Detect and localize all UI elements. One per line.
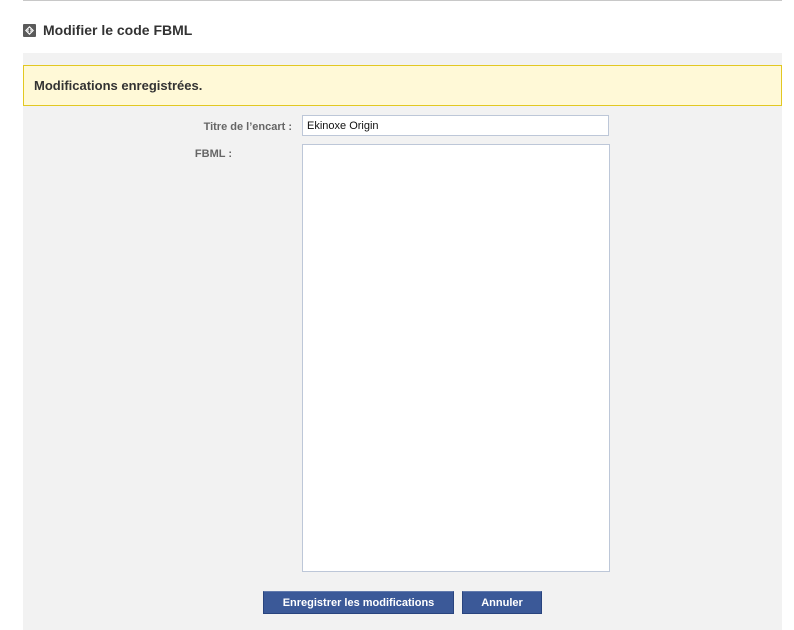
box-title-label: Titre de l’encart : <box>203 121 292 133</box>
success-notice: Modifications enregistrées. <box>23 65 782 106</box>
fbml-textarea[interactable] <box>302 144 610 572</box>
fbml-code-icon <box>23 23 36 37</box>
box-title-input[interactable] <box>302 115 609 136</box>
section-header: Modifier le code FBML <box>23 19 192 41</box>
cancel-button[interactable]: Annuler <box>462 591 542 614</box>
notice-message: Modifications enregistrées. <box>34 78 203 93</box>
page-title: Modifier le code FBML <box>43 22 193 38</box>
top-divider <box>23 0 782 1</box>
fbml-label: FBML : <box>194 148 232 160</box>
save-changes-button[interactable]: Enregistrer les modifications <box>263 591 454 614</box>
